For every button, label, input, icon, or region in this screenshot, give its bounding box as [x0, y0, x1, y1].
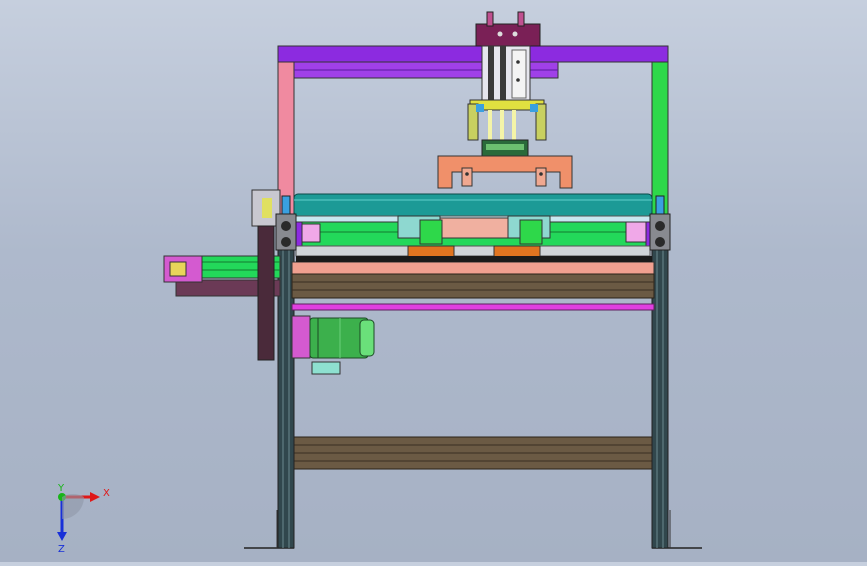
gripper — [467, 99, 547, 159]
magenta-bar — [291, 303, 655, 311]
cylinder-head — [475, 11, 541, 47]
lower-beam — [291, 436, 655, 470]
motor — [291, 315, 375, 375]
x-axis-label: X — [103, 488, 110, 499]
y-axis-label: Y — [57, 483, 65, 494]
slide-guide — [481, 45, 531, 103]
cad-viewport[interactable]: X Y Z — [0, 0, 867, 562]
salmon-bracket — [437, 155, 573, 189]
top-beam — [277, 45, 669, 79]
roller-assembly — [291, 193, 657, 263]
machine-assembly[interactable]: X Y Z — [0, 0, 867, 562]
coordinate-triad: X Y Z — [57, 483, 110, 555]
z-axis-label: Z — [58, 544, 65, 555]
brown-slab — [291, 261, 655, 299]
